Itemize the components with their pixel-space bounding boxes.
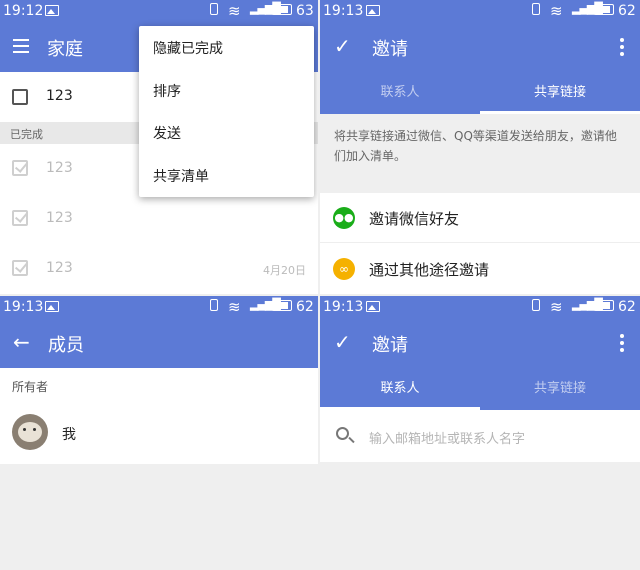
member-name: 我	[62, 427, 76, 443]
tab-bar: 联系人 共享链接	[320, 72, 640, 114]
members-list: 所有者 我	[0, 368, 318, 464]
toolbar: ← 成员	[0, 318, 318, 368]
menu-icon[interactable]	[13, 39, 29, 53]
vibrate-icon	[210, 3, 218, 15]
vibrate-icon	[210, 299, 218, 311]
page-title: 成员	[48, 335, 84, 356]
invite-link-screen: 19:13 ≋ ▂▄▆█ 62 ✓ 邀请 联系人 共享链接 将共享链接通过微信、…	[320, 0, 640, 294]
vibrate-icon	[532, 299, 540, 311]
battery-percent: 63	[296, 3, 314, 19]
section-label: 所有者	[12, 380, 49, 394]
tab-contacts[interactable]: 联系人	[320, 72, 480, 114]
battery-icon	[594, 4, 614, 15]
checked-checkbox[interactable]	[12, 260, 28, 276]
completed-item-text: 123	[46, 210, 73, 226]
battery-icon	[594, 300, 614, 311]
battery-icon	[272, 4, 292, 15]
wechat-icon: ●●	[333, 207, 355, 229]
wifi-icon: ≋	[550, 298, 563, 316]
tab-contacts[interactable]: 联系人	[320, 368, 480, 410]
members-screen: 19:13 ≋ ▂▄▆█ 62 ← 成员 所有者 我	[0, 296, 318, 570]
tab-share-link[interactable]: 共享链接	[480, 72, 640, 114]
completed-item-date: 4月20日	[263, 264, 306, 277]
todo-item-text: 123	[46, 88, 73, 104]
status-time: 19:13	[3, 299, 44, 315]
search-placeholder[interactable]: 输入邮箱地址或联系人名字	[369, 428, 525, 447]
check-icon[interactable]: ✓	[334, 35, 351, 57]
battery-icon	[272, 300, 292, 311]
menu-item-share-list[interactable]: 共享清单	[153, 166, 209, 186]
status-time: 19:13	[323, 3, 364, 19]
option-label: 邀请微信好友	[369, 210, 460, 228]
menu-item-send[interactable]: 发送	[153, 123, 181, 143]
checkbox[interactable]	[12, 89, 28, 105]
status-bar: 19:12 ≋ ▂▄▆█ 63	[0, 0, 318, 22]
page-title: 邀请	[372, 335, 408, 356]
menu-item-sort[interactable]: 排序	[153, 81, 181, 101]
checked-checkbox[interactable]	[12, 210, 28, 226]
battery-percent: 62	[296, 299, 314, 315]
completed-item[interactable]: 123	[0, 194, 318, 244]
status-bar: 19:13 ≋ ▂▄▆█ 62	[0, 296, 318, 318]
section-label: 已完成	[10, 128, 43, 141]
option-label: 通过其他途径邀请	[369, 261, 490, 279]
image-notification-icon	[45, 5, 59, 16]
toolbar: ✓ 邀请	[320, 318, 640, 368]
toolbar: ✓ 邀请	[320, 22, 640, 72]
tab-share-link[interactable]: 共享链接	[480, 368, 640, 410]
avatar	[12, 414, 48, 450]
battery-percent: 62	[618, 3, 636, 19]
search-bar[interactable]: 输入邮箱地址或联系人名字	[320, 410, 640, 462]
more-options-icon[interactable]	[620, 38, 624, 59]
wifi-icon: ≋	[228, 2, 241, 20]
vibrate-icon	[532, 3, 540, 15]
more-options-icon[interactable]	[620, 334, 624, 355]
link-icon: ∞	[333, 258, 355, 280]
page-title: 邀请	[372, 39, 408, 60]
list-screen: 19:12 ≋ ▂▄▆█ 63 家庭 123 已完成 123 123 123 4…	[0, 0, 318, 294]
status-time: 19:12	[3, 3, 44, 19]
image-notification-icon	[366, 301, 380, 312]
battery-percent: 62	[618, 299, 636, 315]
image-notification-icon	[45, 301, 59, 312]
completed-item[interactable]: 123 4月20日	[0, 244, 318, 294]
page-title: 家庭	[47, 39, 83, 60]
invite-other-option[interactable]: ∞ 通过其他途径邀请	[320, 243, 640, 294]
share-link-description: 将共享链接通过微信、QQ等渠道发送给朋友，邀请他们加入清单。	[334, 129, 617, 163]
overflow-menu: 隐藏已完成 排序 发送 共享清单	[139, 26, 314, 197]
check-icon[interactable]: ✓	[334, 331, 351, 353]
checked-checkbox[interactable]	[12, 160, 28, 176]
menu-item-hide-completed[interactable]: 隐藏已完成	[153, 38, 223, 58]
invite-wechat-option[interactable]: ●● 邀请微信好友	[320, 193, 640, 243]
tab-bar: 联系人 共享链接	[320, 368, 640, 410]
wifi-icon: ≋	[550, 2, 563, 20]
status-bar: 19:13 ≋ ▂▄▆█ 62	[320, 296, 640, 318]
wifi-icon: ≋	[228, 298, 241, 316]
invite-contacts-screen: 19:13 ≋ ▂▄▆█ 62 ✓ 邀请 联系人 共享链接 输入邮箱地址或联系人…	[320, 296, 640, 570]
completed-item-text: 123	[46, 260, 73, 276]
search-icon	[336, 427, 349, 440]
status-bar: 19:13 ≋ ▂▄▆█ 62	[320, 0, 640, 22]
back-arrow-icon[interactable]: ←	[13, 331, 30, 353]
completed-item-text: 123	[46, 160, 73, 176]
image-notification-icon	[366, 5, 380, 16]
status-time: 19:13	[323, 299, 364, 315]
